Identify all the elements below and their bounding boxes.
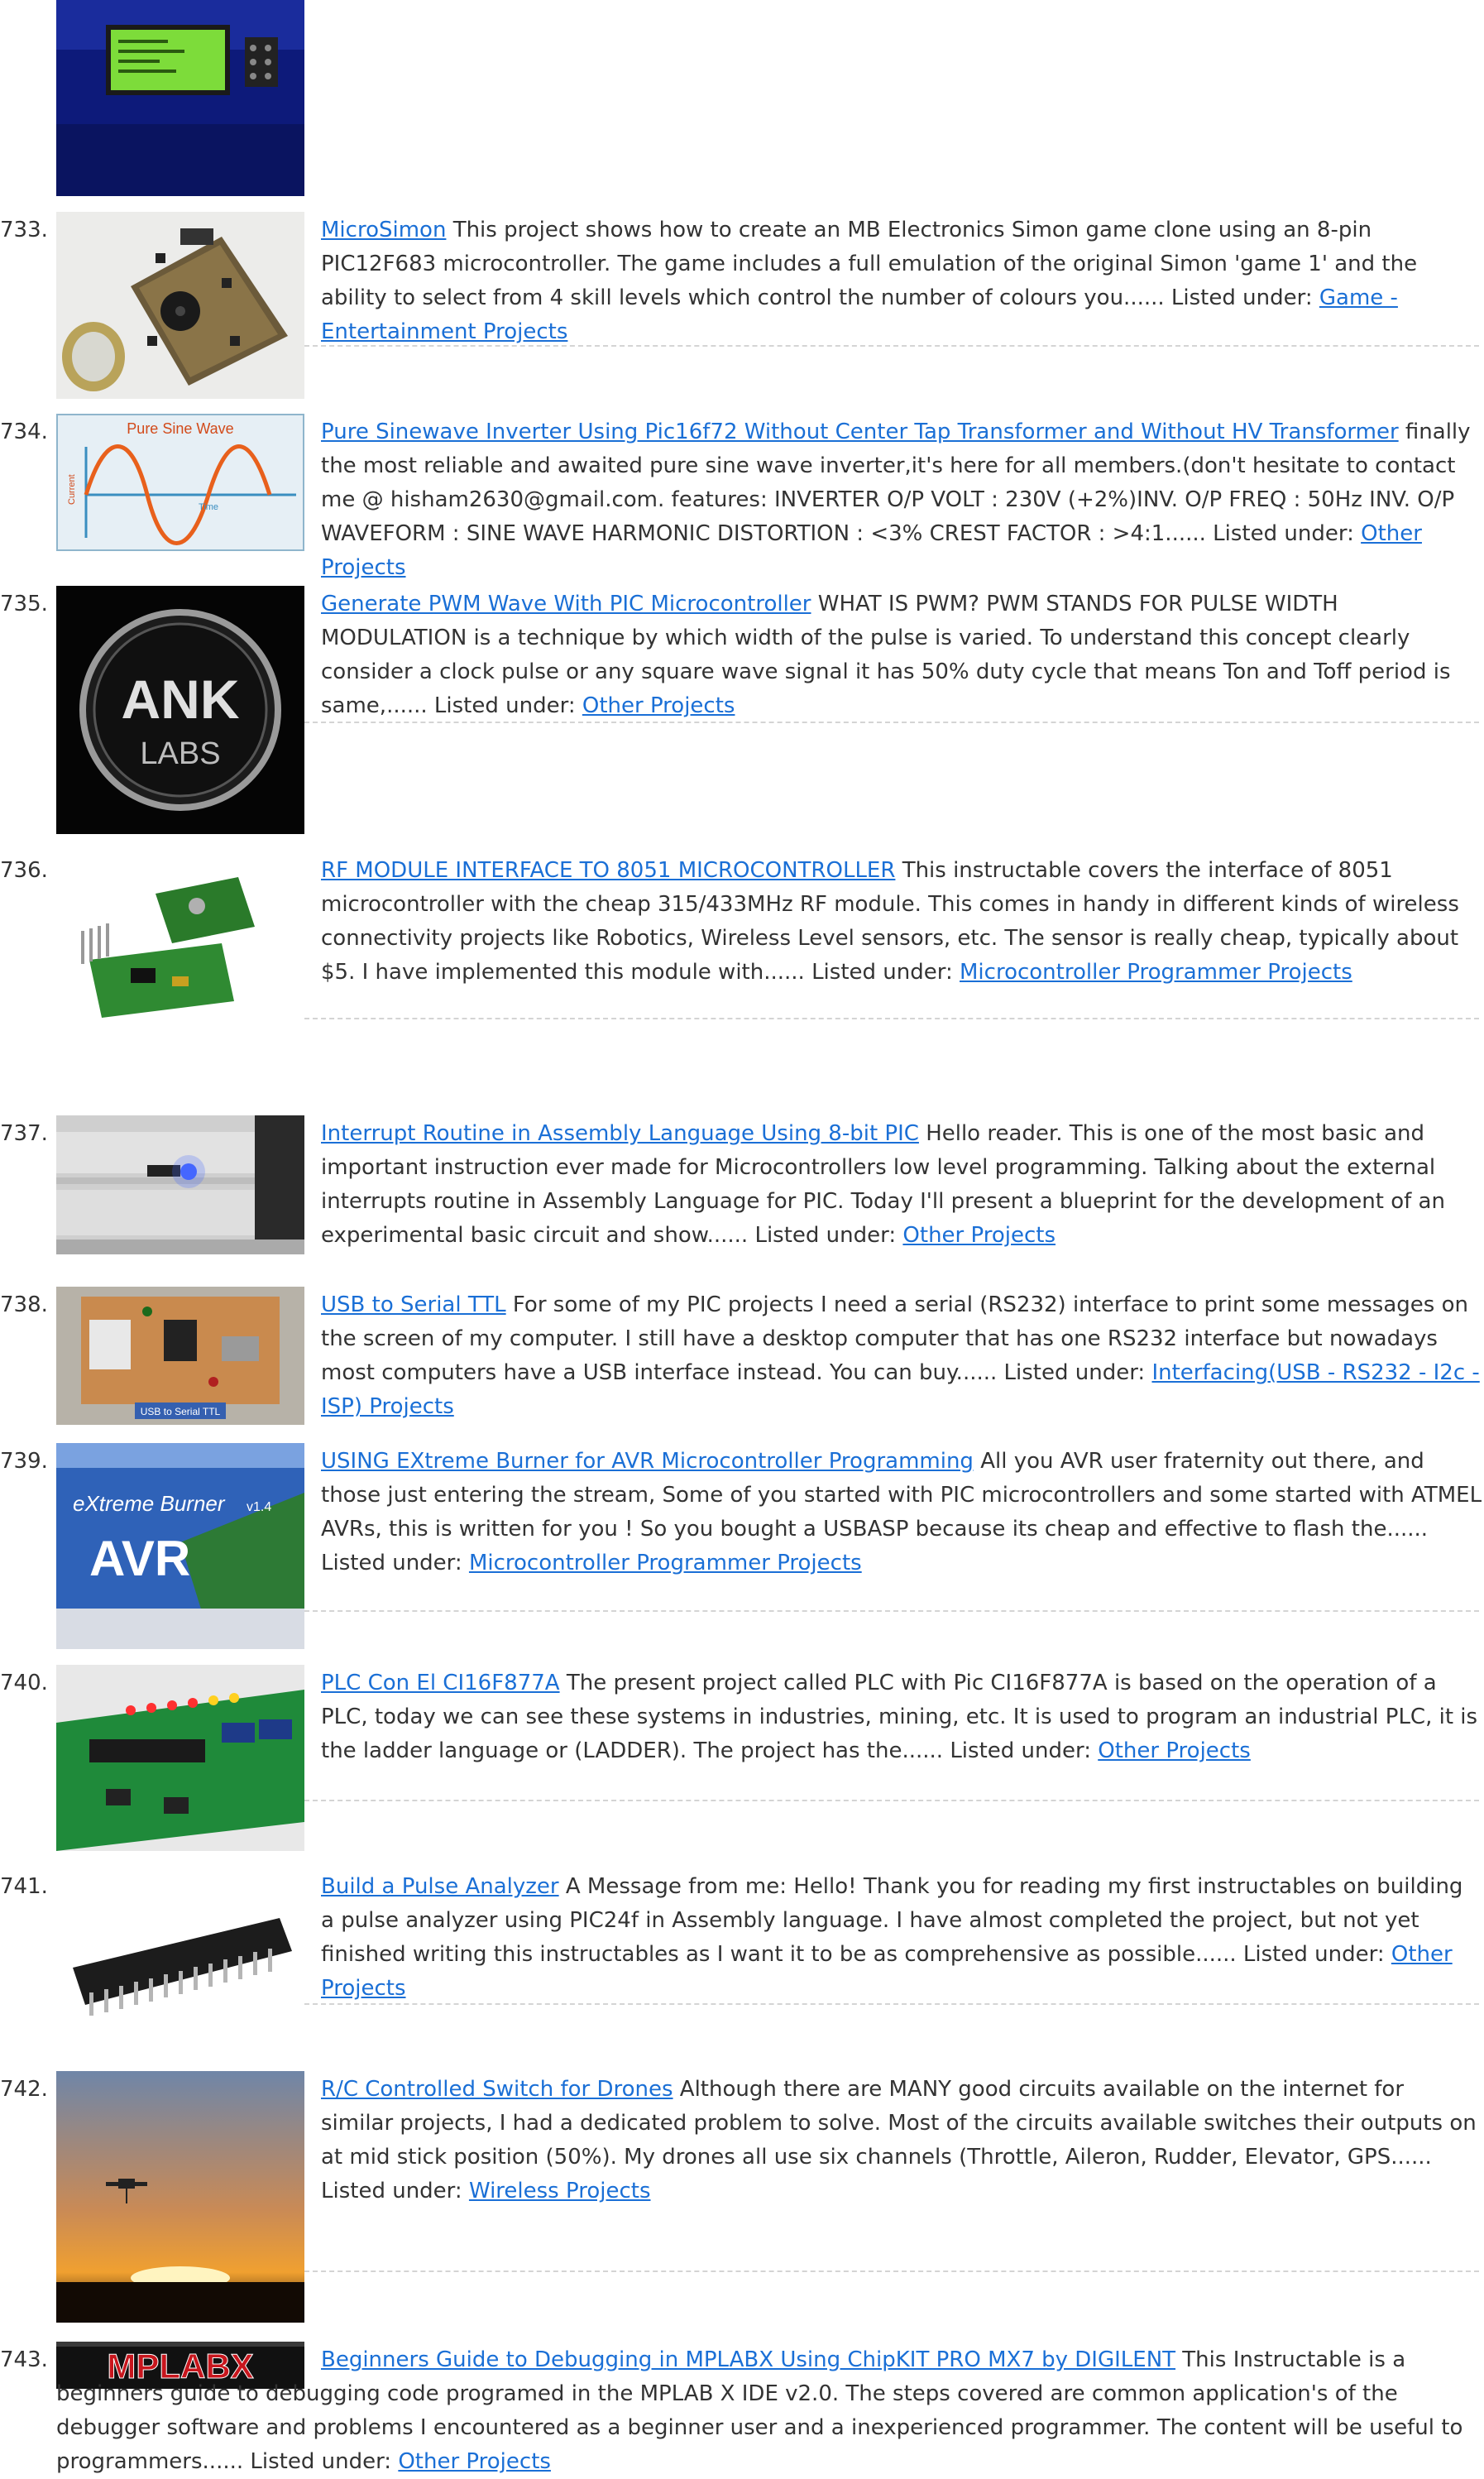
category-link[interactable]: Wireless Projects [469, 2179, 651, 2203]
item-number: 740. [0, 1671, 48, 1695]
project-title-link[interactable]: USB to Serial TTL [321, 1292, 506, 1317]
item-divider [304, 1018, 1479, 1019]
item-divider [304, 345, 1479, 347]
thumbnail-image[interactable] [56, 852, 304, 1047]
thumbnail-image[interactable] [56, 212, 304, 399]
thumbnail-image[interactable] [56, 1115, 304, 1254]
thumbnail-image[interactable]: eXtreme Burner v1.4 AVR [56, 1443, 304, 1649]
splash-version-text: v1.4 [247, 1500, 271, 1514]
category-link[interactable]: Microcontroller Programmer Projects [960, 960, 1352, 985]
category-link[interactable]: Other Projects [398, 2449, 551, 2474]
item-number: 741. [0, 1874, 48, 1899]
thumbnail-image[interactable] [56, 1665, 304, 1851]
list-item: USB to Serial TTL For some of my PIC pro… [321, 1288, 1482, 1424]
list-item: Generate PWM Wave With PIC Microcontroll… [321, 587, 1482, 723]
item-number: 737. [0, 1121, 48, 1146]
item-divider [304, 2270, 1479, 2272]
list-item: Beginners Guide to Debugging in MPLABX U… [56, 2343, 1482, 2479]
project-title-link[interactable]: Pure Sinewave Inverter Using Pic16f72 Wi… [321, 420, 1399, 444]
sine-graphic-x-label: Time [199, 502, 218, 512]
thumbnail-image[interactable]: ANK LABS [56, 586, 304, 834]
item-number: 738. [0, 1292, 48, 1317]
list-item: Pure Sinewave Inverter Using Pic16f72 Wi… [321, 415, 1482, 585]
list-item: RF MODULE INTERFACE TO 8051 MICROCONTROL… [321, 854, 1482, 990]
thumbnail-image[interactable]: USB to Serial TTL [56, 1287, 304, 1425]
usb-serial-board-photo: USB to Serial TTL [56, 1287, 304, 1425]
category-link[interactable]: Other Projects [1098, 1738, 1251, 1763]
project-title-link[interactable]: Beginners Guide to Debugging in MPLABX U… [321, 2347, 1175, 2372]
project-title-link[interactable]: R/C Controlled Switch for Drones [321, 2077, 673, 2102]
ank-labs-logo: ANK LABS [56, 586, 304, 834]
sine-graphic-heading: Pure Sine Wave [127, 420, 233, 437]
listed-under-label: Listed under: [433, 693, 576, 718]
item-divider [304, 1800, 1479, 1801]
list-item: Build a Pulse Analyzer A Message from me… [321, 1870, 1482, 2006]
splash-brand-text: eXtreme Burner [73, 1491, 226, 1516]
listed-under-label: Listed under: [321, 2179, 462, 2203]
plc-board-photo [56, 1665, 304, 1851]
list-item: R/C Controlled Switch for Drones Althoug… [321, 2073, 1482, 2208]
listed-under-label: Listed under: [321, 1551, 462, 1575]
project-title-link[interactable]: USING EXtreme Burner for AVR Microcontro… [321, 1449, 974, 1474]
sine-graphic-y-label: Current [67, 474, 77, 505]
listed-under-label: Listed under: [811, 960, 953, 985]
ank-logo-text: ANK [122, 669, 240, 730]
list-item: USING EXtreme Burner for AVR Microcontro… [321, 1445, 1482, 1580]
category-link[interactable]: Other Projects [902, 1223, 1056, 1248]
listed-under-label: Listed under: [1170, 285, 1313, 310]
lcd-display-unit-photo [56, 0, 304, 196]
extreme-burner-splash: eXtreme Burner v1.4 AVR [56, 1443, 304, 1649]
item-number: 733. [0, 218, 48, 242]
thumbnail-image[interactable] [56, 1868, 304, 2055]
thumbnail-image[interactable]: Pure Sine Wave Current Time [56, 414, 304, 551]
rf-module-photo [56, 852, 304, 1047]
listed-under-label: Listed under: [1003, 1360, 1146, 1385]
category-link[interactable]: Other Projects [582, 693, 735, 718]
list-item: MicroSimon This project shows how to cre… [321, 213, 1482, 349]
splash-product-text: AVR [89, 1531, 190, 1586]
list-item: PLC Con El CI16F877A The present project… [321, 1666, 1482, 1768]
item-number: 743. [0, 2347, 48, 2372]
project-title-link[interactable]: RF MODULE INTERFACE TO 8051 MICROCONTROL… [321, 858, 895, 883]
project-title-link[interactable]: Interrupt Routine in Assembly Language U… [321, 1121, 919, 1146]
dip-chip-photo [56, 1868, 304, 2055]
item-divider [304, 2003, 1479, 2005]
listed-under-label: Listed under: [754, 1223, 897, 1248]
thumbnail-image[interactable] [56, 0, 304, 196]
simon-game-board-photo [56, 212, 304, 399]
board-label-text: USB to Serial TTL [141, 1406, 221, 1417]
item-number: 736. [0, 858, 48, 883]
project-title-link[interactable]: MicroSimon [321, 218, 446, 242]
listed-under-label: Listed under: [950, 1738, 1091, 1763]
item-divider [304, 722, 1479, 723]
item-number: 734. [0, 420, 48, 444]
drone-sunset-photo [56, 2071, 304, 2323]
item-number: 739. [0, 1449, 48, 1474]
item-divider [304, 1610, 1479, 1612]
project-title-link[interactable]: Build a Pulse Analyzer [321, 1874, 559, 1899]
thumbnail-image[interactable] [56, 2071, 304, 2323]
item-number: 742. [0, 2077, 48, 2102]
listed-under-label: Listed under: [250, 2449, 392, 2474]
listed-under-label: Listed under: [1213, 521, 1354, 546]
item-number: 735. [0, 592, 48, 616]
pure-sine-wave-graphic: Pure Sine Wave Current Time [56, 414, 304, 551]
category-link[interactable]: Microcontroller Programmer Projects [469, 1551, 862, 1575]
project-title-link[interactable]: Generate PWM Wave With PIC Microcontroll… [321, 592, 811, 616]
breadboard-photo [56, 1115, 304, 1254]
list-item: Interrupt Routine in Assembly Language U… [321, 1117, 1482, 1253]
project-title-link[interactable]: PLC Con El CI16F877A [321, 1671, 560, 1695]
labs-logo-text: LABS [140, 736, 220, 771]
listed-under-label: Listed under: [1242, 1942, 1385, 1967]
